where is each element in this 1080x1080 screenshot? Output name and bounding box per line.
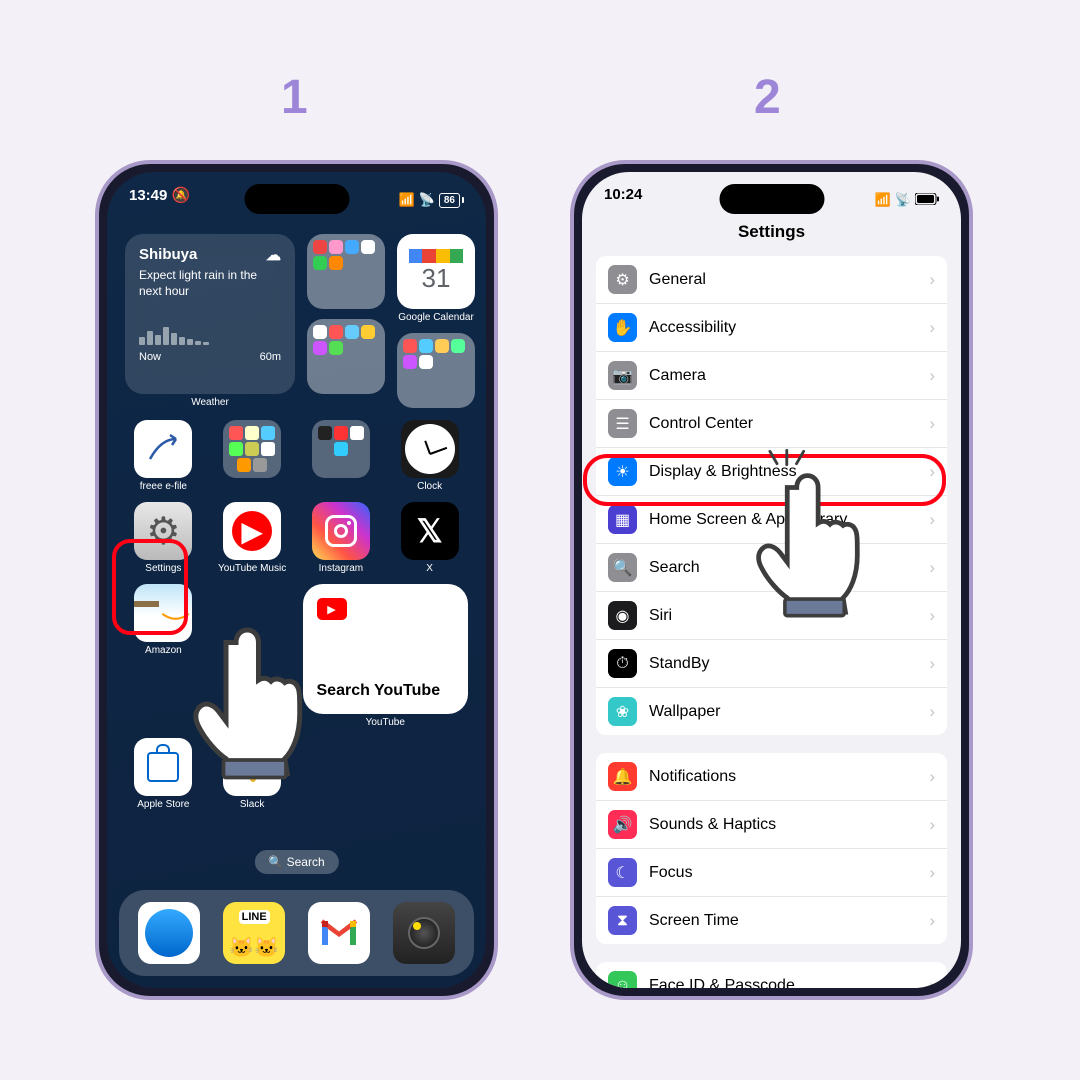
chevron-icon: › (929, 976, 935, 989)
step-number-1: 1 (281, 70, 308, 125)
settings-label: Camera (649, 367, 929, 385)
settings-icon: ⏱ (608, 649, 637, 678)
google-calendar-app[interactable]: 31 (397, 234, 475, 309)
app-folder[interactable] (397, 333, 475, 408)
settings-item-general[interactable]: ⚙ General› (596, 256, 947, 304)
settings-label: Notifications (649, 768, 929, 786)
signal-icon: 📶 (399, 192, 415, 208)
line-app[interactable]: LINE🐱🐱 (223, 902, 285, 964)
battery-icon (915, 192, 939, 209)
settings-label: Sounds & Haptics (649, 816, 929, 834)
settings-icon: ▦ (608, 505, 637, 534)
settings-icon: ☺ (608, 971, 637, 988)
settings-icon: 🔊 (608, 810, 637, 839)
app-folder[interactable] (312, 420, 370, 478)
camera-app[interactable] (393, 902, 455, 964)
youtube-widget[interactable]: ▶Search YouTube (303, 584, 469, 714)
youtube-music-app[interactable]: ▶ (223, 502, 281, 560)
settings-item-standby[interactable]: ⏱ StandBy› (596, 640, 947, 688)
chevron-icon: › (929, 911, 935, 931)
settings-label: Accessibility (649, 319, 929, 337)
settings-item-control-center[interactable]: ☰ Control Center› (596, 400, 947, 448)
chevron-icon: › (929, 414, 935, 434)
settings-item-wallpaper[interactable]: ❀ Wallpaper› (596, 688, 947, 735)
settings-group-3: ☺ Face ID & Passcode› (596, 962, 947, 988)
safari-app[interactable] (138, 902, 200, 964)
x-app[interactable]: 𝕏 (401, 502, 459, 560)
app-folder[interactable] (307, 234, 385, 309)
settings-icon: ☰ (608, 409, 637, 438)
settings-item-face-id-passcode[interactable]: ☺ Face ID & Passcode› (596, 962, 947, 988)
settings-label: Wallpaper (649, 703, 929, 721)
app-folder[interactable] (223, 420, 281, 478)
signal-icon: 📶 (875, 192, 891, 208)
clock-app[interactable] (401, 420, 459, 478)
wifi-icon: 📡 (895, 192, 911, 208)
chevron-icon: › (929, 318, 935, 338)
settings-item-screen-time[interactable]: ⧗ Screen Time› (596, 897, 947, 944)
tap-pointer-icon (176, 620, 326, 783)
dynamic-island (719, 184, 824, 214)
settings-icon: 🔔 (608, 762, 637, 791)
tap-pointer-icon (740, 466, 883, 620)
settings-group-2: 🔔Notifications›🔊Sounds & Haptics›☾Focus›… (596, 753, 947, 944)
settings-icon: ◉ (608, 601, 637, 630)
chevron-icon: › (929, 654, 935, 674)
dock: LINE🐱🐱 (119, 890, 474, 976)
chevron-icon: › (929, 606, 935, 626)
settings-icon: 📷 (608, 361, 637, 390)
app-folder[interactable] (307, 319, 385, 394)
settings-label: Face ID & Passcode (649, 977, 929, 989)
chevron-icon: › (929, 702, 935, 722)
settings-icon: ✋ (608, 313, 637, 342)
gmail-app[interactable] (308, 902, 370, 964)
weather-label: Weather (125, 397, 295, 408)
settings-icon: 🔍 (608, 553, 637, 582)
settings-icon: ⧗ (608, 906, 637, 935)
settings-icon: ❀ (608, 697, 637, 726)
chevron-icon: › (929, 270, 935, 290)
settings-label: Screen Time (649, 912, 929, 930)
chevron-icon: › (929, 366, 935, 386)
chevron-icon: › (929, 510, 935, 530)
status-time: 10:24 (604, 186, 642, 214)
weather-widget[interactable]: Shibuya☁ Expect light rain in the next h… (125, 234, 295, 394)
freee-app[interactable] (134, 420, 192, 478)
wifi-icon: 📡 (419, 192, 435, 208)
settings-label: StandBy (649, 655, 929, 673)
settings-icon: ☾ (608, 858, 637, 887)
settings-label: Focus (649, 864, 929, 882)
settings-item-accessibility[interactable]: ✋ Accessibility› (596, 304, 947, 352)
spotlight-search[interactable]: 🔍 Search (254, 850, 338, 874)
instagram-app[interactable] (312, 502, 370, 560)
settings-item-sounds-haptics[interactable]: 🔊 Sounds & Haptics› (596, 801, 947, 849)
settings-item-camera[interactable]: 📷 Camera› (596, 352, 947, 400)
dynamic-island (244, 184, 349, 214)
battery-icon: 86 (439, 193, 464, 208)
chevron-icon: › (929, 863, 935, 883)
chevron-icon: › (929, 767, 935, 787)
settings-item-notifications[interactable]: 🔔 Notifications› (596, 753, 947, 801)
status-time: 13:49 🔕 (129, 186, 190, 214)
chevron-icon: › (929, 558, 935, 578)
settings-title: Settings (582, 214, 961, 256)
settings-icon: ⚙ (608, 265, 637, 294)
settings-label: General (649, 271, 929, 289)
gcal-label: Google Calendar (397, 312, 475, 323)
chevron-icon: › (929, 815, 935, 835)
settings-item-focus[interactable]: ☾ Focus› (596, 849, 947, 897)
step-number-2: 2 (754, 70, 781, 125)
settings-label: Control Center (649, 415, 929, 433)
